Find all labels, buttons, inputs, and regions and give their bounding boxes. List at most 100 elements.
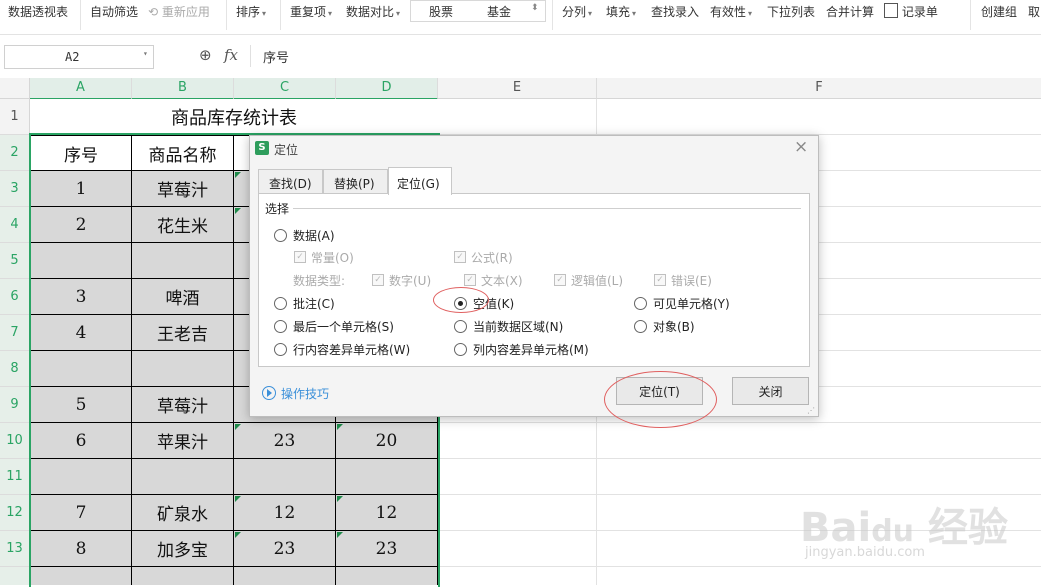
- table-cell[interactable]: 3: [30, 279, 132, 315]
- table-cell[interactable]: 加多宝: [132, 531, 234, 567]
- empty-cell[interactable]: [336, 567, 438, 585]
- empty-cell[interactable]: [30, 567, 132, 585]
- fill-button[interactable]: 填充 ▾: [606, 3, 636, 20]
- table-cell[interactable]: 23: [234, 423, 336, 459]
- row-header-12[interactable]: 12: [0, 495, 30, 531]
- table-cell[interactable]: 8: [30, 531, 132, 567]
- validity-button[interactable]: 有效性 ▾: [710, 3, 752, 20]
- fx-icon[interactable]: fx: [224, 46, 238, 64]
- column-header-e[interactable]: E: [438, 78, 597, 99]
- lookup-entry-button[interactable]: 查找录入: [651, 3, 699, 20]
- pivot-table-button[interactable]: 数据透视表: [8, 3, 68, 20]
- sort-button[interactable]: 排序 ▾: [236, 3, 266, 20]
- row-header-10[interactable]: 10: [0, 423, 30, 459]
- tab-replace[interactable]: 替换(P): [323, 169, 388, 194]
- tab-find[interactable]: 查找(D): [258, 169, 323, 194]
- radio-last-cell[interactable]: [274, 320, 287, 333]
- checkbox-error[interactable]: ✓: [654, 274, 666, 286]
- row-header-2[interactable]: 2: [0, 135, 30, 171]
- table-cell[interactable]: 苹果汁: [132, 423, 234, 459]
- radio-current-region[interactable]: [454, 320, 467, 333]
- resize-grip-icon[interactable]: ⋰: [807, 406, 815, 415]
- empty-cell[interactable]: [336, 459, 438, 495]
- create-group-button[interactable]: 创建组: [981, 3, 1017, 20]
- radio-column-differences[interactable]: [454, 343, 467, 356]
- column-header-d[interactable]: D: [336, 78, 438, 100]
- auto-filter-button[interactable]: 自动筛选: [90, 3, 138, 20]
- checkbox-formula[interactable]: ✓: [454, 251, 466, 263]
- close-button[interactable]: 关闭: [732, 377, 809, 405]
- empty-cell[interactable]: [30, 351, 132, 387]
- column-header-c[interactable]: C: [234, 78, 336, 100]
- table-cell[interactable]: 12: [234, 495, 336, 531]
- checkbox-number[interactable]: ✓: [372, 274, 384, 286]
- table-cell[interactable]: 啤酒: [132, 279, 234, 315]
- empty-cell[interactable]: [30, 243, 132, 279]
- empty-cell[interactable]: [132, 351, 234, 387]
- header-cell-index[interactable]: 序号: [30, 135, 132, 171]
- row-header-3[interactable]: 3: [0, 171, 30, 207]
- reapply-button[interactable]: ⟲ 重新应用: [148, 3, 210, 20]
- table-cell[interactable]: 23: [234, 531, 336, 567]
- funds-button[interactable]: 基金: [487, 3, 511, 20]
- column-header-a[interactable]: A: [30, 78, 132, 100]
- table-cell[interactable]: 2: [30, 207, 132, 243]
- stocks-button[interactable]: 股票: [429, 3, 453, 20]
- table-cell[interactable]: 20: [336, 423, 438, 459]
- table-cell[interactable]: 23: [336, 531, 438, 567]
- gallery-expand-icon[interactable]: ⬍: [531, 3, 539, 13]
- table-cell[interactable]: 12: [336, 495, 438, 531]
- radio-row-differences[interactable]: [274, 343, 287, 356]
- row-header-6[interactable]: 6: [0, 279, 30, 315]
- record-form-button[interactable]: 记录单: [884, 3, 938, 20]
- row-header-4[interactable]: 4: [0, 207, 30, 243]
- dropdown-list-button[interactable]: 下拉列表: [767, 3, 815, 20]
- formula-input[interactable]: 序号: [250, 45, 1041, 67]
- row-header-5[interactable]: 5: [0, 243, 30, 279]
- table-cell[interactable]: 1: [30, 171, 132, 207]
- close-icon[interactable]: ×: [794, 137, 808, 157]
- radio-comment[interactable]: [274, 297, 287, 310]
- radio-objects[interactable]: [634, 320, 647, 333]
- tab-goto[interactable]: 定位(G): [388, 167, 452, 195]
- empty-cell[interactable]: [234, 567, 336, 585]
- row-header-8[interactable]: 8: [0, 351, 30, 387]
- empty-cell[interactable]: [30, 459, 132, 495]
- checkbox-text[interactable]: ✓: [464, 274, 476, 286]
- table-cell[interactable]: 草莓汁: [132, 387, 234, 423]
- row-header-7[interactable]: 7: [0, 315, 30, 351]
- row-header-14[interactable]: [0, 567, 30, 585]
- name-box[interactable]: A2 ▾: [4, 45, 154, 69]
- checkbox-constant[interactable]: ✓: [294, 251, 306, 263]
- table-cell[interactable]: 花生米: [132, 207, 234, 243]
- zoom-icon[interactable]: ⊕: [199, 46, 212, 64]
- row-header-1[interactable]: 1: [0, 99, 30, 135]
- table-cell[interactable]: 王老吉: [132, 315, 234, 351]
- cancel-group-button[interactable]: 取: [1028, 3, 1040, 20]
- split-button[interactable]: 分列 ▾: [562, 3, 592, 20]
- radio-data[interactable]: [274, 229, 287, 242]
- row-header-9[interactable]: 9: [0, 387, 30, 423]
- radio-visible-cells[interactable]: [634, 297, 647, 310]
- tips-link[interactable]: 操作技巧: [281, 385, 329, 402]
- play-icon[interactable]: [262, 386, 276, 400]
- checkbox-logical[interactable]: ✓: [554, 274, 566, 286]
- chevron-down-icon[interactable]: ▾: [143, 49, 148, 58]
- row-header-13[interactable]: 13: [0, 531, 30, 567]
- column-header-f[interactable]: F: [597, 78, 1041, 99]
- table-cell[interactable]: 4: [30, 315, 132, 351]
- sheet-title-cell[interactable]: 商品库存统计表: [30, 99, 438, 135]
- column-header-b[interactable]: B: [132, 78, 234, 100]
- row-header-11[interactable]: 11: [0, 459, 30, 495]
- header-cell-name[interactable]: 商品名称: [132, 135, 234, 171]
- table-cell[interactable]: 5: [30, 387, 132, 423]
- table-cell[interactable]: 草莓汁: [132, 171, 234, 207]
- data-compare-button[interactable]: 数据对比 ▾: [346, 3, 400, 20]
- empty-cell[interactable]: [234, 459, 336, 495]
- empty-cell[interactable]: [132, 459, 234, 495]
- consolidate-button[interactable]: 合并计算: [826, 3, 874, 20]
- table-cell[interactable]: 6: [30, 423, 132, 459]
- table-cell[interactable]: 7: [30, 495, 132, 531]
- duplicates-button[interactable]: 重复项 ▾: [290, 3, 332, 20]
- empty-cell[interactable]: [132, 243, 234, 279]
